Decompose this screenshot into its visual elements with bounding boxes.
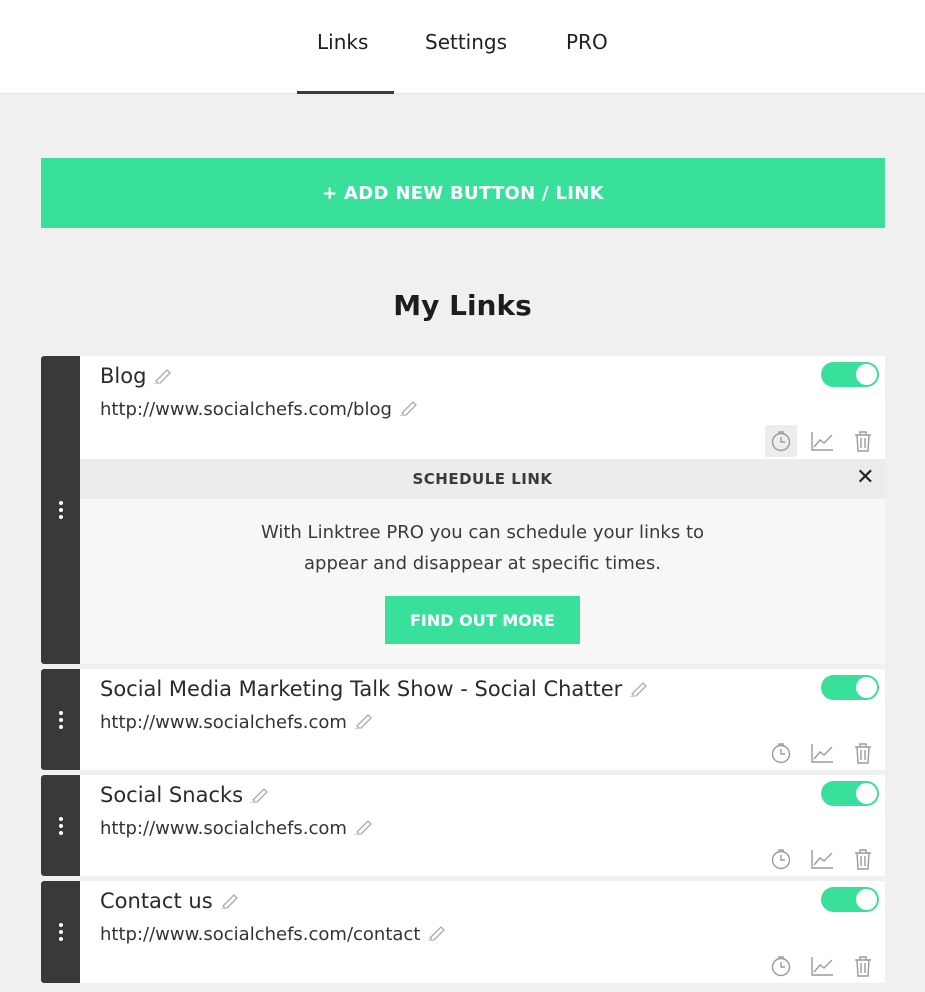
close-icon[interactable]: ✕ — [856, 467, 875, 489]
link-url: http://www.socialchefs.com/contact — [100, 924, 421, 945]
tab-pro[interactable]: PRO — [566, 30, 608, 54]
add-new-link-button[interactable]: + ADD NEW BUTTON / LINK — [41, 158, 885, 228]
pencil-icon[interactable] — [220, 890, 239, 914]
pencil-icon[interactable] — [399, 400, 418, 421]
trash-icon[interactable] — [847, 950, 879, 982]
link-card: Social Snacks http://www.socialchefs.com — [41, 775, 885, 876]
active-tab-indicator — [297, 91, 394, 94]
find-out-more-button[interactable]: FIND OUT MORE — [385, 596, 580, 644]
top-navigation: Links Settings PRO — [0, 0, 925, 94]
link-title: Contact us — [100, 889, 213, 913]
link-title: Blog — [100, 364, 147, 388]
drag-handle-icon[interactable] — [41, 356, 80, 664]
clock-icon[interactable] — [765, 950, 797, 982]
link-enabled-toggle[interactable] — [821, 887, 879, 912]
analytics-icon[interactable] — [806, 737, 838, 769]
drag-handle-icon[interactable] — [41, 881, 80, 983]
pencil-icon[interactable] — [354, 819, 373, 840]
trash-icon[interactable] — [847, 843, 879, 875]
schedule-text-line2: appear and disappear at specific times. — [304, 553, 661, 574]
analytics-icon[interactable] — [806, 950, 838, 982]
clock-icon[interactable] — [765, 843, 797, 875]
tab-settings[interactable]: Settings — [425, 30, 507, 54]
link-card-blog: Blog http://www.socialchefs.com/blog SCH… — [41, 356, 885, 664]
link-enabled-toggle[interactable] — [821, 781, 879, 806]
clock-icon[interactable] — [765, 737, 797, 769]
schedule-panel-title: SCHEDULE LINK — [412, 470, 553, 488]
drag-handle-icon[interactable] — [41, 775, 80, 876]
link-url: http://www.socialchefs.com — [100, 818, 347, 839]
link-card: Social Media Marketing Talk Show - Socia… — [41, 669, 885, 770]
analytics-icon[interactable] — [806, 843, 838, 875]
schedule-panel-body: With Linktree PRO you can schedule your … — [80, 499, 885, 664]
schedule-text-line1: With Linktree PRO you can schedule your … — [260, 522, 705, 543]
drag-handle-icon[interactable] — [41, 669, 80, 770]
link-enabled-toggle[interactable] — [821, 362, 879, 387]
link-title: Social Snacks — [100, 783, 244, 807]
pencil-icon[interactable] — [251, 784, 269, 808]
link-title: Social Media Marketing Talk Show - Socia… — [100, 677, 623, 701]
analytics-icon[interactable] — [806, 425, 838, 457]
link-url: http://www.socialchefs.com/blog — [100, 399, 392, 420]
pencil-icon[interactable] — [154, 365, 172, 389]
link-url: http://www.socialchefs.com — [100, 712, 347, 733]
pencil-icon[interactable] — [428, 925, 446, 946]
trash-icon[interactable] — [847, 425, 879, 457]
pencil-icon[interactable] — [630, 678, 648, 702]
schedule-panel-header: SCHEDULE LINK ✕ — [80, 459, 885, 499]
trash-icon[interactable] — [847, 737, 879, 769]
tab-links[interactable]: Links — [317, 30, 368, 54]
section-title: My Links — [393, 289, 532, 322]
link-enabled-toggle[interactable] — [821, 675, 879, 700]
pencil-icon[interactable] — [354, 713, 373, 734]
link-card: Contact us http://www.socialchefs.com/co… — [41, 881, 885, 983]
clock-icon[interactable] — [765, 425, 797, 457]
